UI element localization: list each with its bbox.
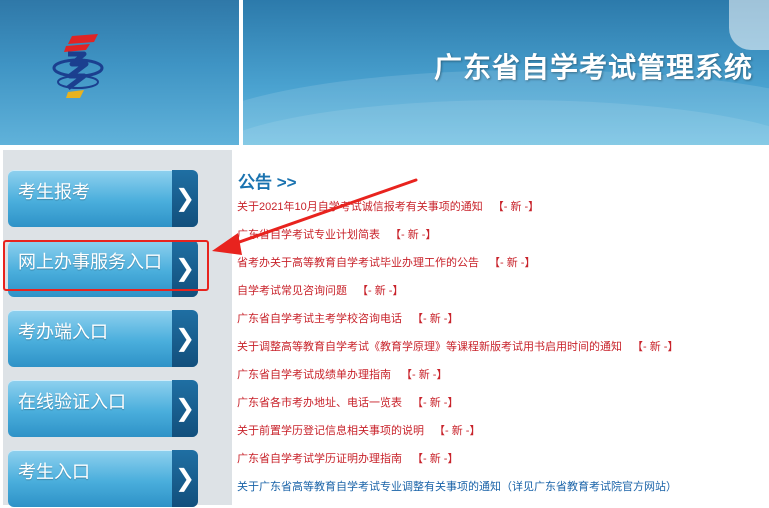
- sidebar: 考生报考 ❯ 网上办事服务入口 ❯ 考办端入口 ❯ 在线验证入口 ❯ 考生入口 …: [3, 150, 232, 507]
- list-item: 省考办关于高等教育自学考试毕业办理工作的公告 【- 新 -】: [237, 256, 769, 284]
- notice-link[interactable]: 广东省自学考试专业计划简表: [237, 229, 380, 241]
- new-tag: 【- 新 -】: [401, 369, 448, 381]
- notice-link[interactable]: 关于调整高等教育自学考试《教育学原理》等课程新版考试用书启用时间的通知: [237, 341, 622, 353]
- list-item: 广东省自学考试学历证明办理指南 【- 新 -】: [237, 452, 769, 480]
- list-item: 关于2021年10月自学考试诚信报考有关事项的通知 【- 新 -】: [237, 200, 769, 228]
- new-tag: 【- 新 -】: [412, 453, 459, 465]
- notice-link[interactable]: 关于前置学历登记信息相关事项的说明: [237, 425, 424, 437]
- notice-link[interactable]: 自学考试常见咨询问题: [237, 285, 347, 297]
- sidebar-item-label: 考生入口: [18, 462, 90, 482]
- sidebar-item-label: 在线验证入口: [18, 392, 126, 412]
- puzzle-decoration: [729, 0, 769, 50]
- chevron-right-icon: ❯: [174, 464, 196, 492]
- sidebar-item-apply-exam[interactable]: 考生报考 ❯: [8, 170, 198, 227]
- new-tag: 【- 新 -】: [412, 313, 459, 325]
- notice-link[interactable]: 关于广东省高等教育自学考试专业调整有关事项的通知（详见广东省教育考试院官方网站）: [237, 481, 677, 493]
- new-tag: 【- 新 -】: [434, 425, 481, 437]
- site-title: 广东省自学考试管理系统: [433, 52, 753, 83]
- list-item: 广东省各市考办地址、电话一览表 【- 新 -】: [237, 396, 769, 424]
- new-tag: 【- 新 -】: [357, 285, 404, 297]
- notice-link[interactable]: 广东省自学考试学历证明办理指南: [237, 453, 402, 465]
- notice-title[interactable]: 公告 >>: [238, 168, 297, 193]
- sidebar-item-candidate-login[interactable]: 考生入口 ❯: [8, 450, 198, 507]
- new-tag: 【- 新 -】: [632, 341, 679, 353]
- notice-link[interactable]: 省考办关于高等教育自学考试毕业办理工作的公告: [237, 257, 479, 269]
- list-item: 关于调整高等教育自学考试《教育学原理》等课程新版考试用书启用时间的通知 【- 新 …: [237, 340, 769, 368]
- notice-link[interactable]: 关于2021年10月自学考试诚信报考有关事项的通知: [237, 201, 483, 213]
- new-tag: 【- 新 -】: [492, 201, 540, 213]
- chevron-right-icon: ❯: [174, 324, 196, 352]
- logo-panel: [0, 0, 239, 145]
- list-item: 自学考试常见咨询问题 【- 新 -】: [237, 284, 769, 312]
- notice-link[interactable]: 广东省各市考办地址、电话一览表: [237, 397, 402, 409]
- sidebar-item-label: 考办端入口: [18, 322, 108, 342]
- chevron-right-icon: ❯: [174, 394, 196, 422]
- exam-system-logo-icon: [52, 34, 104, 98]
- sidebar-item-label: 考生报考: [18, 182, 90, 202]
- header: 广东省自学考试管理系统: [0, 0, 769, 145]
- chevron-right-icon: ❯: [174, 184, 196, 212]
- notice-link[interactable]: 广东省自学考试成绩单办理指南: [237, 369, 391, 381]
- list-item: 广东省自学考试专业计划简表 【- 新 -】: [237, 228, 769, 256]
- new-tag: 【- 新 -】: [412, 397, 459, 409]
- list-item: 广东省自学考试成绩单办理指南 【- 新 -】: [237, 368, 769, 396]
- list-item: 关于前置学历登记信息相关事项的说明 【- 新 -】: [237, 424, 769, 452]
- new-tag: 【- 新 -】: [390, 229, 437, 241]
- notice-link[interactable]: 广东省自学考试主考学校咨询电话: [237, 313, 402, 325]
- highlight-box: [3, 240, 209, 291]
- list-item: 关于广东省高等教育自学考试专业调整有关事项的通知（详见广东省教育考试院官方网站）: [237, 480, 769, 508]
- title-banner: 广东省自学考试管理系统: [243, 0, 769, 145]
- notice-list: 关于2021年10月自学考试诚信报考有关事项的通知 【- 新 -】 广东省自学考试…: [237, 200, 769, 508]
- sidebar-item-online-verify[interactable]: 在线验证入口 ❯: [8, 380, 198, 437]
- sidebar-item-office-portal[interactable]: 考办端入口 ❯: [8, 310, 198, 367]
- new-tag: 【- 新 -】: [489, 257, 536, 269]
- list-item: 广东省自学考试主考学校咨询电话 【- 新 -】: [237, 312, 769, 340]
